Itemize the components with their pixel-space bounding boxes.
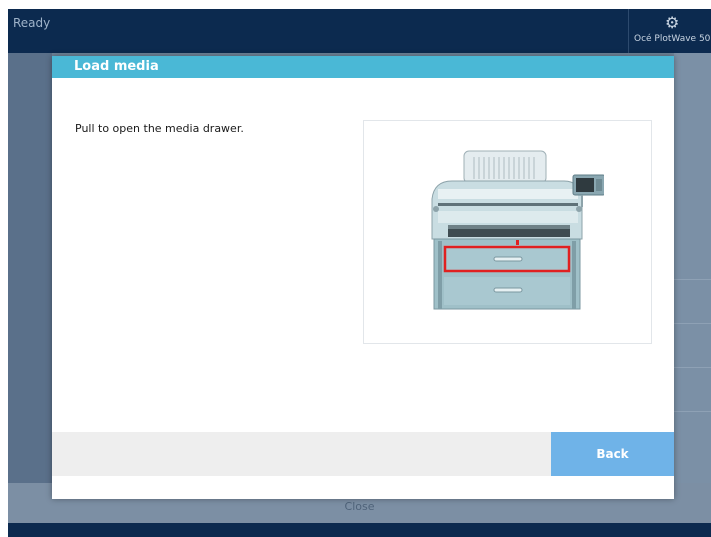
dialog-header: Load media [52, 56, 674, 78]
printer-illustration [431, 150, 604, 310]
background-row-divider [674, 279, 711, 280]
instruction-text: Pull to open the media drawer. [75, 122, 244, 135]
load-media-dialog: Load media Pull to open the media drawer… [52, 56, 674, 499]
gear-icon: ⚙ [665, 13, 680, 32]
background-row-divider [674, 367, 711, 368]
background-row-divider [674, 411, 711, 412]
back-button[interactable]: Back [551, 432, 674, 476]
status-text: Ready [13, 16, 51, 30]
top-bar: Ready ⚙ Océ PlotWave 50( [8, 9, 711, 53]
divider [628, 9, 629, 53]
background-row-divider [674, 323, 711, 324]
bottom-bar [8, 523, 711, 537]
screen: Ready ⚙ Océ PlotWave 50( Close Load medi… [8, 9, 711, 537]
dialog-title: Load media [74, 59, 159, 74]
background-left-panel [8, 53, 52, 523]
device-name: Océ PlotWave 50( [634, 34, 711, 44]
device-button[interactable]: ⚙ Océ PlotWave 50( [630, 9, 711, 53]
illustration-panel [363, 120, 652, 344]
background-close-label: Close [344, 500, 375, 513]
background-right-panel [674, 53, 711, 523]
